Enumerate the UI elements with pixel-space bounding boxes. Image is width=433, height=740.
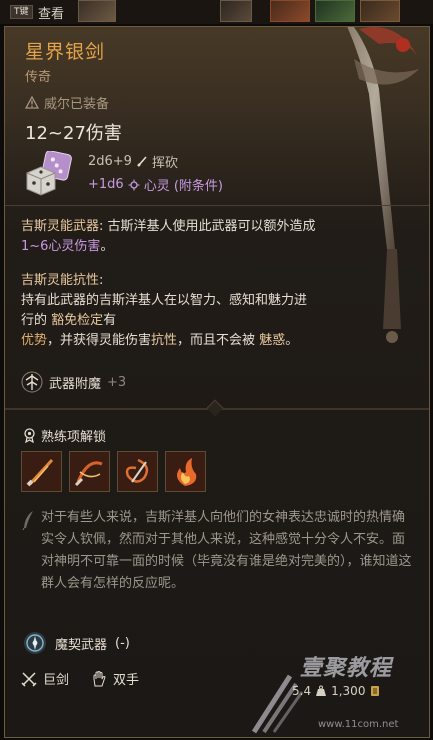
weapon-handedness[interactable]: 双手 bbox=[91, 669, 139, 688]
desc-text: ，而且不会被 bbox=[177, 333, 256, 348]
flourish-skill-icon[interactable] bbox=[69, 451, 110, 492]
watermark-url: www.11com.net bbox=[318, 719, 399, 730]
psionic-resistance-desc: 吉斯灵能抗性: 持有此武器的吉斯洋基人在以智力、感知和魅力进 行的 豁免检定有 优势，… bbox=[21, 271, 391, 351]
item-tooltip-panel: 星界银剑 传奇 威尔已装备 12~27伤害 2d6+9 挥砍 +1d6 心灵 (… bbox=[4, 26, 430, 738]
damage-type: 挥砍 bbox=[151, 156, 178, 171]
keyword-psionic-resistance[interactable]: 吉斯灵能抗性 bbox=[21, 273, 99, 288]
keyword-saving-throw[interactable]: 豁免检定 bbox=[51, 313, 103, 328]
weapon-handedness-label: 双手 bbox=[113, 673, 140, 688]
item-slot-thumbnail[interactable] bbox=[360, 0, 400, 22]
proficiency-title: 熟练项解锁 bbox=[41, 430, 107, 445]
skill-list bbox=[21, 451, 206, 492]
psionic-weapon-desc: 吉斯灵能武器: 古斯洋基人使用此武器可以额外造成 1~6心灵伤害。 bbox=[21, 217, 391, 257]
hotkey-badge: T键 bbox=[10, 5, 33, 19]
weapon-category-label: 巨剑 bbox=[43, 673, 70, 688]
weapon-enchantment[interactable]: 武器附魔 +3 bbox=[21, 371, 126, 393]
pact-weapon-label: 魔契武器 bbox=[55, 637, 108, 653]
divider bbox=[5, 205, 429, 206]
desc-text: 持有此武器的吉斯洋基人在以智力、感知和魅力进 bbox=[21, 293, 308, 308]
keyword-advantage[interactable]: 优势 bbox=[21, 333, 47, 348]
bonus-damage-type: 心灵 (附条件) bbox=[143, 179, 223, 194]
item-weight: 5.4 bbox=[292, 684, 312, 698]
desc-text: ，并获得灵能伤害 bbox=[47, 333, 152, 348]
item-rarity: 传奇 bbox=[25, 70, 52, 85]
enchantment-icon bbox=[21, 371, 43, 393]
crossed-swords-icon bbox=[21, 671, 37, 687]
pact-weapon-row[interactable]: 魔契武器 (-) bbox=[23, 631, 130, 655]
bonus-damage-dice: +1d6 bbox=[88, 177, 124, 192]
equipped-status: 威尔已装备 bbox=[25, 93, 109, 112]
keyword-resistance[interactable]: 抗性 bbox=[151, 333, 177, 348]
desc-text: : bbox=[99, 273, 104, 288]
watermark-text: 壹聚教程 bbox=[300, 656, 393, 681]
item-slot-thumbnail[interactable] bbox=[315, 0, 355, 22]
divider-notch bbox=[206, 399, 224, 417]
pact-weapon-icon bbox=[24, 632, 46, 654]
psychic-icon bbox=[128, 179, 140, 190]
gold-coin-icon bbox=[371, 686, 380, 696]
warning-icon bbox=[25, 96, 39, 109]
item-name: 星界银剑 bbox=[25, 41, 106, 63]
dice-icon bbox=[26, 151, 72, 196]
item-footer: 5.4 1,300 bbox=[292, 684, 381, 698]
desc-text: 。 bbox=[100, 239, 114, 254]
proficiency-unlock-heading: 熟练项解锁 bbox=[23, 426, 106, 445]
portrait-thumbnail[interactable] bbox=[78, 0, 116, 22]
slash-skill-icon[interactable] bbox=[21, 451, 62, 492]
inspect-button[interactable]: 查看 bbox=[38, 3, 64, 22]
slashing-icon bbox=[137, 155, 147, 167]
quill-icon bbox=[22, 511, 33, 530]
desc-text: 。 bbox=[285, 333, 299, 348]
enchantment-value: +3 bbox=[107, 374, 127, 390]
bonus-damage-row: +1d6 心灵 (附条件) bbox=[88, 175, 223, 194]
hand-icon bbox=[93, 670, 106, 686]
damage-range: 12~27伤害 bbox=[25, 123, 122, 144]
desc-text: 行的 bbox=[21, 313, 48, 328]
weapon-category[interactable]: 巨剑 bbox=[21, 669, 69, 688]
weight-icon bbox=[316, 685, 327, 696]
pact-weapon-value: (-) bbox=[115, 635, 130, 651]
keyword-psionic-weapon[interactable]: 吉斯灵能武器 bbox=[21, 219, 99, 234]
damage-dice: 2d6+9 bbox=[88, 154, 132, 169]
weapon-type-row: 巨剑 双手 bbox=[21, 669, 139, 688]
psychic-damage-text: 1~6心灵伤害 bbox=[21, 239, 101, 254]
item-price: 1,300 bbox=[331, 684, 366, 698]
flame-strike-skill-icon[interactable] bbox=[165, 451, 206, 492]
item-slot-thumbnail[interactable] bbox=[270, 0, 310, 22]
desc-text: : 古斯洋基人使用此武器可以额外造成 bbox=[99, 219, 316, 234]
desc-text: 有 bbox=[103, 313, 117, 328]
keyword-charmed[interactable]: 魅惑 bbox=[259, 333, 285, 348]
enchantment-label: 武器附魔 bbox=[49, 376, 102, 392]
base-damage-row: 2d6+9 挥砍 bbox=[88, 152, 178, 171]
lore-text: 对于有些人来说，吉斯洋基人向他们的女神表达忠诚时的热情确实令人钦佩，然而对于其他… bbox=[41, 510, 412, 591]
item-slot-thumbnail[interactable] bbox=[220, 0, 252, 22]
medal-icon bbox=[24, 428, 35, 443]
equipped-by-label: 威尔已装备 bbox=[44, 97, 110, 112]
top-toolbar: T键 查看 bbox=[0, 0, 433, 24]
swirl-skill-icon[interactable] bbox=[117, 451, 158, 492]
